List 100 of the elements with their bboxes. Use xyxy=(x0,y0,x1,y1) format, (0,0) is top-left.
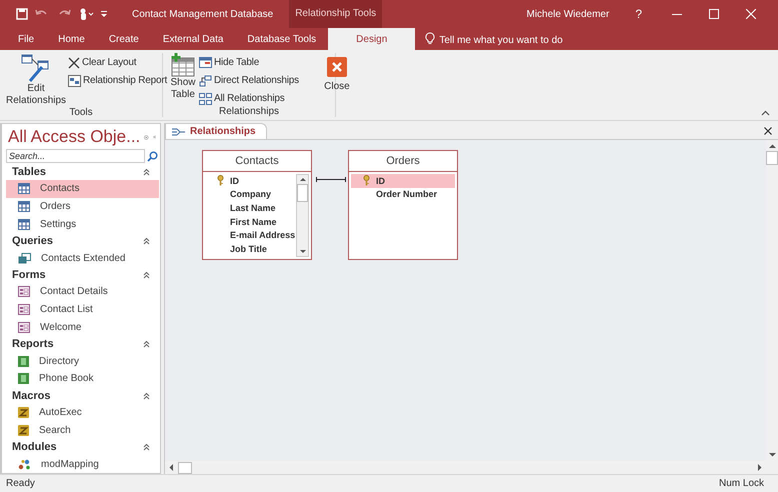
scroll-left-icon[interactable] xyxy=(167,462,176,473)
form-icon xyxy=(18,322,30,333)
navigation-item[interactable]: Welcome xyxy=(6,318,159,336)
close-icon xyxy=(326,57,347,77)
direct-relationships-button[interactable]: Direct Relationships xyxy=(199,73,299,88)
navigation-item[interactable]: modMapping xyxy=(6,455,159,473)
field-row[interactable]: ID xyxy=(205,174,296,188)
maximize-icon[interactable] xyxy=(709,9,719,19)
relationship-icon xyxy=(199,74,212,86)
table-icon xyxy=(18,183,30,194)
query-icon xyxy=(18,252,31,264)
field-row[interactable]: Job Title xyxy=(205,242,296,256)
report-icon xyxy=(18,356,29,367)
all-relationships-button[interactable]: All Relationships xyxy=(199,91,299,106)
collapse-ribbon-icon[interactable] xyxy=(761,110,770,116)
ribbon-group-label: Relationships xyxy=(218,106,280,118)
scrollbar-thumb[interactable] xyxy=(178,462,192,474)
collapse-group-icon[interactable] xyxy=(143,270,150,279)
collapse-group-icon[interactable] xyxy=(143,237,150,246)
field-row[interactable]: ID xyxy=(351,174,455,188)
relationship-report-button[interactable]: Relationship Report xyxy=(68,73,168,88)
show-table-button[interactable]: Show Table xyxy=(167,53,199,106)
navigation-item[interactable]: Directory xyxy=(6,352,159,370)
navigation-item[interactable]: Contact Details xyxy=(6,282,159,301)
help-button[interactable]: ? xyxy=(635,7,642,21)
collapse-group-icon[interactable] xyxy=(143,443,150,452)
navigation-item[interactable]: Phone Book xyxy=(6,370,159,388)
field-row[interactable]: First Name xyxy=(205,214,296,228)
close-document-icon[interactable] xyxy=(764,127,772,135)
hide-table-button[interactable]: Hide Table xyxy=(199,55,299,70)
scroll-up-icon[interactable] xyxy=(766,142,778,151)
hide-table-icon xyxy=(199,57,212,68)
collapse-group-icon[interactable] xyxy=(143,392,150,400)
group-header[interactable]: Tables xyxy=(12,166,46,178)
scroll-right-icon[interactable] xyxy=(755,462,764,473)
touch-icon[interactable] xyxy=(78,8,94,20)
collapse-pane-icon[interactable] xyxy=(152,133,156,141)
table-field-list[interactable]: Orders ID Order Number xyxy=(348,150,458,260)
navigation-item[interactable]: Contacts xyxy=(6,180,159,198)
macro-icon xyxy=(18,424,29,436)
customize-icon[interactable] xyxy=(100,9,108,19)
navigation-pane-title[interactable]: All Access Obje... xyxy=(8,127,140,147)
relationship-line xyxy=(316,177,346,182)
scrollbar[interactable] xyxy=(296,174,309,257)
key-icon xyxy=(363,175,370,186)
navigation-item[interactable]: Contacts Extended xyxy=(6,249,159,267)
scrollbar-thumb[interactable] xyxy=(766,151,778,165)
document-tab[interactable]: Relationships xyxy=(165,123,267,139)
field-row[interactable]: E-mail Address xyxy=(205,228,296,242)
search-field[interactable]: Search... xyxy=(6,149,145,163)
group-header[interactable]: Queries xyxy=(12,235,53,248)
user-name[interactable]: Michele Wiedemer xyxy=(526,8,610,20)
field-row[interactable]: Order Number xyxy=(351,188,455,202)
grid-icon xyxy=(199,92,212,104)
navigation-item[interactable]: Orders xyxy=(6,198,159,216)
module-icon xyxy=(18,458,31,470)
close-icon[interactable] xyxy=(746,9,756,19)
table-title: Contacts xyxy=(203,151,311,172)
group-header[interactable]: Modules xyxy=(12,441,57,454)
navigation-item[interactable]: Contact List xyxy=(6,300,159,318)
group-header[interactable]: Reports xyxy=(12,338,54,350)
form-icon xyxy=(18,286,30,298)
table-field-list[interactable]: Contacts ID Company Last Name First Name E-mail Address Job Title xyxy=(202,150,312,260)
tell-me-field[interactable]: Tell me what you want to do xyxy=(439,30,640,50)
navigation-item[interactable]: Settings xyxy=(6,216,159,234)
scroll-down-icon[interactable] xyxy=(298,247,308,256)
ribbon-tab[interactable]: Design xyxy=(328,28,416,50)
group-header[interactable]: Forms xyxy=(12,268,46,281)
table-icon xyxy=(18,201,30,212)
field-row[interactable]: Last Name xyxy=(205,201,296,215)
ribbon-tab[interactable]: External Data xyxy=(150,28,236,50)
group-header[interactable]: Macros xyxy=(12,390,51,402)
relationships-icon xyxy=(172,126,185,136)
ribbon-group-label: Tools xyxy=(69,107,93,119)
field-row[interactable]: Company xyxy=(205,188,296,202)
table-title: Orders xyxy=(349,151,457,172)
edit-relationships-button[interactable]: Edit Relationships xyxy=(4,53,68,107)
report-icon xyxy=(68,74,81,86)
save-icon[interactable] xyxy=(16,8,28,20)
table-icon xyxy=(18,218,30,230)
ribbon-tab[interactable]: File xyxy=(6,28,46,50)
ribbon-tab[interactable]: Create xyxy=(96,28,151,50)
clear-layout-button[interactable]: Clear Layout xyxy=(68,55,168,70)
navigation-item[interactable]: AutoExec xyxy=(6,404,159,422)
ribbon-tab[interactable]: Home xyxy=(46,28,97,50)
ribbon-tab[interactable]: Database Tools xyxy=(235,28,328,50)
key-icon xyxy=(217,175,224,186)
scroll-down-icon[interactable] xyxy=(766,450,778,459)
close-relationships-button[interactable]: Close xyxy=(304,53,369,106)
collapse-group-icon[interactable] xyxy=(143,340,150,348)
status-text: Ready xyxy=(6,478,35,489)
collapse-group-icon[interactable] xyxy=(143,168,150,176)
search-icon[interactable] xyxy=(147,150,158,162)
num-lock-indicator: Num Lock xyxy=(718,478,764,489)
report-icon xyxy=(18,373,29,384)
lightbulb-icon xyxy=(425,32,436,45)
add-table-icon xyxy=(170,53,196,77)
window-title: Contact Management Database xyxy=(132,8,274,20)
scrollbar-thumb[interactable] xyxy=(297,184,308,202)
navigation-item[interactable]: Search xyxy=(6,422,159,440)
